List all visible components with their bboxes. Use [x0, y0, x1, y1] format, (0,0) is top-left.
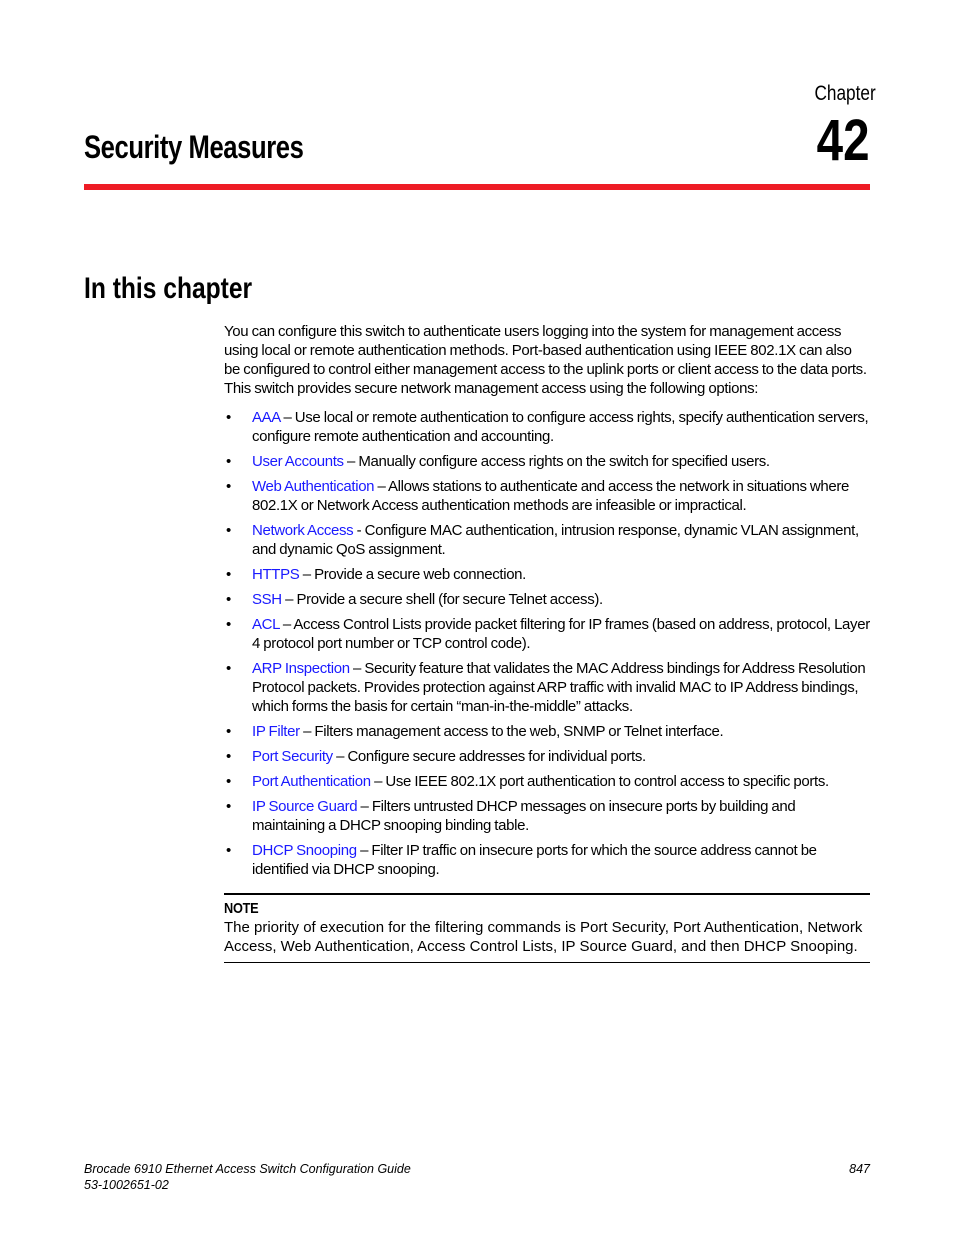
list-item: • AAA – Use local or remote authenticatio…	[224, 408, 870, 446]
bullet-icon: •	[226, 798, 231, 815]
bullet-icon: •	[226, 453, 231, 470]
item-description: Use local or remote authentication to co…	[252, 409, 869, 445]
separator: –	[370, 773, 386, 790]
chapter-number: 42	[817, 108, 870, 173]
link-ssh[interactable]: SSH	[252, 591, 282, 608]
separator: –	[281, 591, 297, 608]
link-arp-inspection[interactable]: ARP Inspection	[252, 660, 350, 677]
link-port-authentication[interactable]: Port Authentication	[252, 773, 371, 790]
bullet-icon: •	[226, 748, 231, 765]
footer-page-number: 847	[849, 1162, 870, 1176]
footer-doc-number: 53-1002651-02	[84, 1178, 169, 1192]
list-item: • IP Source Guard – Filters untrusted DHC…	[224, 797, 870, 835]
link-web-authentication[interactable]: Web Authentication	[252, 478, 375, 495]
separator: –	[299, 723, 315, 740]
bullet-icon: •	[226, 842, 231, 859]
item-description: Provide a secure web connection.	[314, 566, 526, 583]
link-port-security[interactable]: Port Security	[252, 748, 333, 765]
item-description: Access Control Lists provide packet filt…	[252, 616, 870, 652]
page-footer: Brocade 6910 Ethernet Access Switch Conf…	[84, 1161, 870, 1193]
item-description: Use IEEE 802.1X port authentication to c…	[385, 773, 829, 790]
bullet-icon: •	[226, 409, 231, 426]
separator: –	[357, 798, 372, 815]
list-item: • Port Authentication – Use IEEE 802.1X p…	[224, 772, 870, 791]
link-network-access[interactable]: Network Access	[252, 522, 354, 539]
item-description: Configure secure addresses for individua…	[347, 748, 646, 765]
footer-guide-title: Brocade 6910 Ethernet Access Switch Conf…	[84, 1162, 411, 1176]
section-body: You can configure this switch to authent…	[224, 322, 870, 963]
bullet-icon: •	[226, 773, 231, 790]
item-description: Provide a secure shell (for secure Telne…	[296, 591, 603, 608]
link-user-accounts[interactable]: User Accounts	[252, 453, 344, 470]
separator: –	[343, 453, 359, 470]
note-box: NOTE The priority of execution for the f…	[224, 893, 870, 963]
list-item: • ACL – Access Control Lists provide pack…	[224, 615, 870, 653]
separator: –	[299, 566, 315, 583]
link-ip-source-guard[interactable]: IP Source Guard	[252, 798, 358, 815]
feature-list: • AAA – Use local or remote authenticatio…	[224, 408, 870, 879]
list-item: • User Accounts – Manually configure acce…	[224, 452, 870, 471]
title-rule	[84, 184, 870, 190]
list-item: • DHCP Snooping – Filter IP traffic on in…	[224, 841, 870, 879]
item-description: Filters management access to the web, SN…	[314, 723, 724, 740]
separator: –	[374, 478, 388, 495]
separator: –	[279, 616, 294, 633]
bullet-icon: •	[226, 478, 231, 495]
link-aaa[interactable]: AAA	[252, 409, 280, 426]
link-https[interactable]: HTTPS	[252, 566, 300, 583]
list-item: • IP Filter – Filters management access t…	[224, 722, 870, 741]
list-item: • Network Access - Configure MAC authenti…	[224, 521, 870, 559]
item-description: Manually configure access rights on the …	[358, 453, 770, 470]
link-dhcp-snooping[interactable]: DHCP Snooping	[252, 842, 357, 859]
chapter-label: Chapter	[814, 82, 876, 105]
bullet-icon: •	[226, 566, 231, 583]
section-title: In this chapter	[84, 272, 253, 305]
list-item: • HTTPS – Provide a secure web connection…	[224, 565, 870, 584]
separator: -	[353, 522, 365, 539]
list-item: • SSH – Provide a secure shell (for secur…	[224, 590, 870, 609]
list-item: • Port Security – Configure secure addres…	[224, 747, 870, 766]
intro-paragraph: You can configure this switch to authent…	[224, 323, 867, 397]
bullet-icon: •	[226, 660, 231, 677]
page-title: Security Measures	[84, 129, 304, 165]
separator: –	[356, 842, 372, 859]
separator: –	[332, 748, 348, 765]
bullet-icon: •	[226, 616, 231, 633]
list-item: • Web Authentication – Allows stations to…	[224, 477, 870, 515]
separator: –	[349, 660, 365, 677]
bullet-icon: •	[226, 723, 231, 740]
bullet-icon: •	[226, 591, 231, 608]
separator: –	[280, 409, 295, 426]
link-ip-filter[interactable]: IP Filter	[252, 723, 300, 740]
note-label: NOTE	[224, 900, 259, 917]
link-acl[interactable]: ACL	[252, 616, 280, 633]
note-text: The priority of execution for the filter…	[224, 919, 863, 955]
bullet-icon: •	[226, 522, 231, 539]
list-item: • ARP Inspection – Security feature that …	[224, 659, 870, 716]
